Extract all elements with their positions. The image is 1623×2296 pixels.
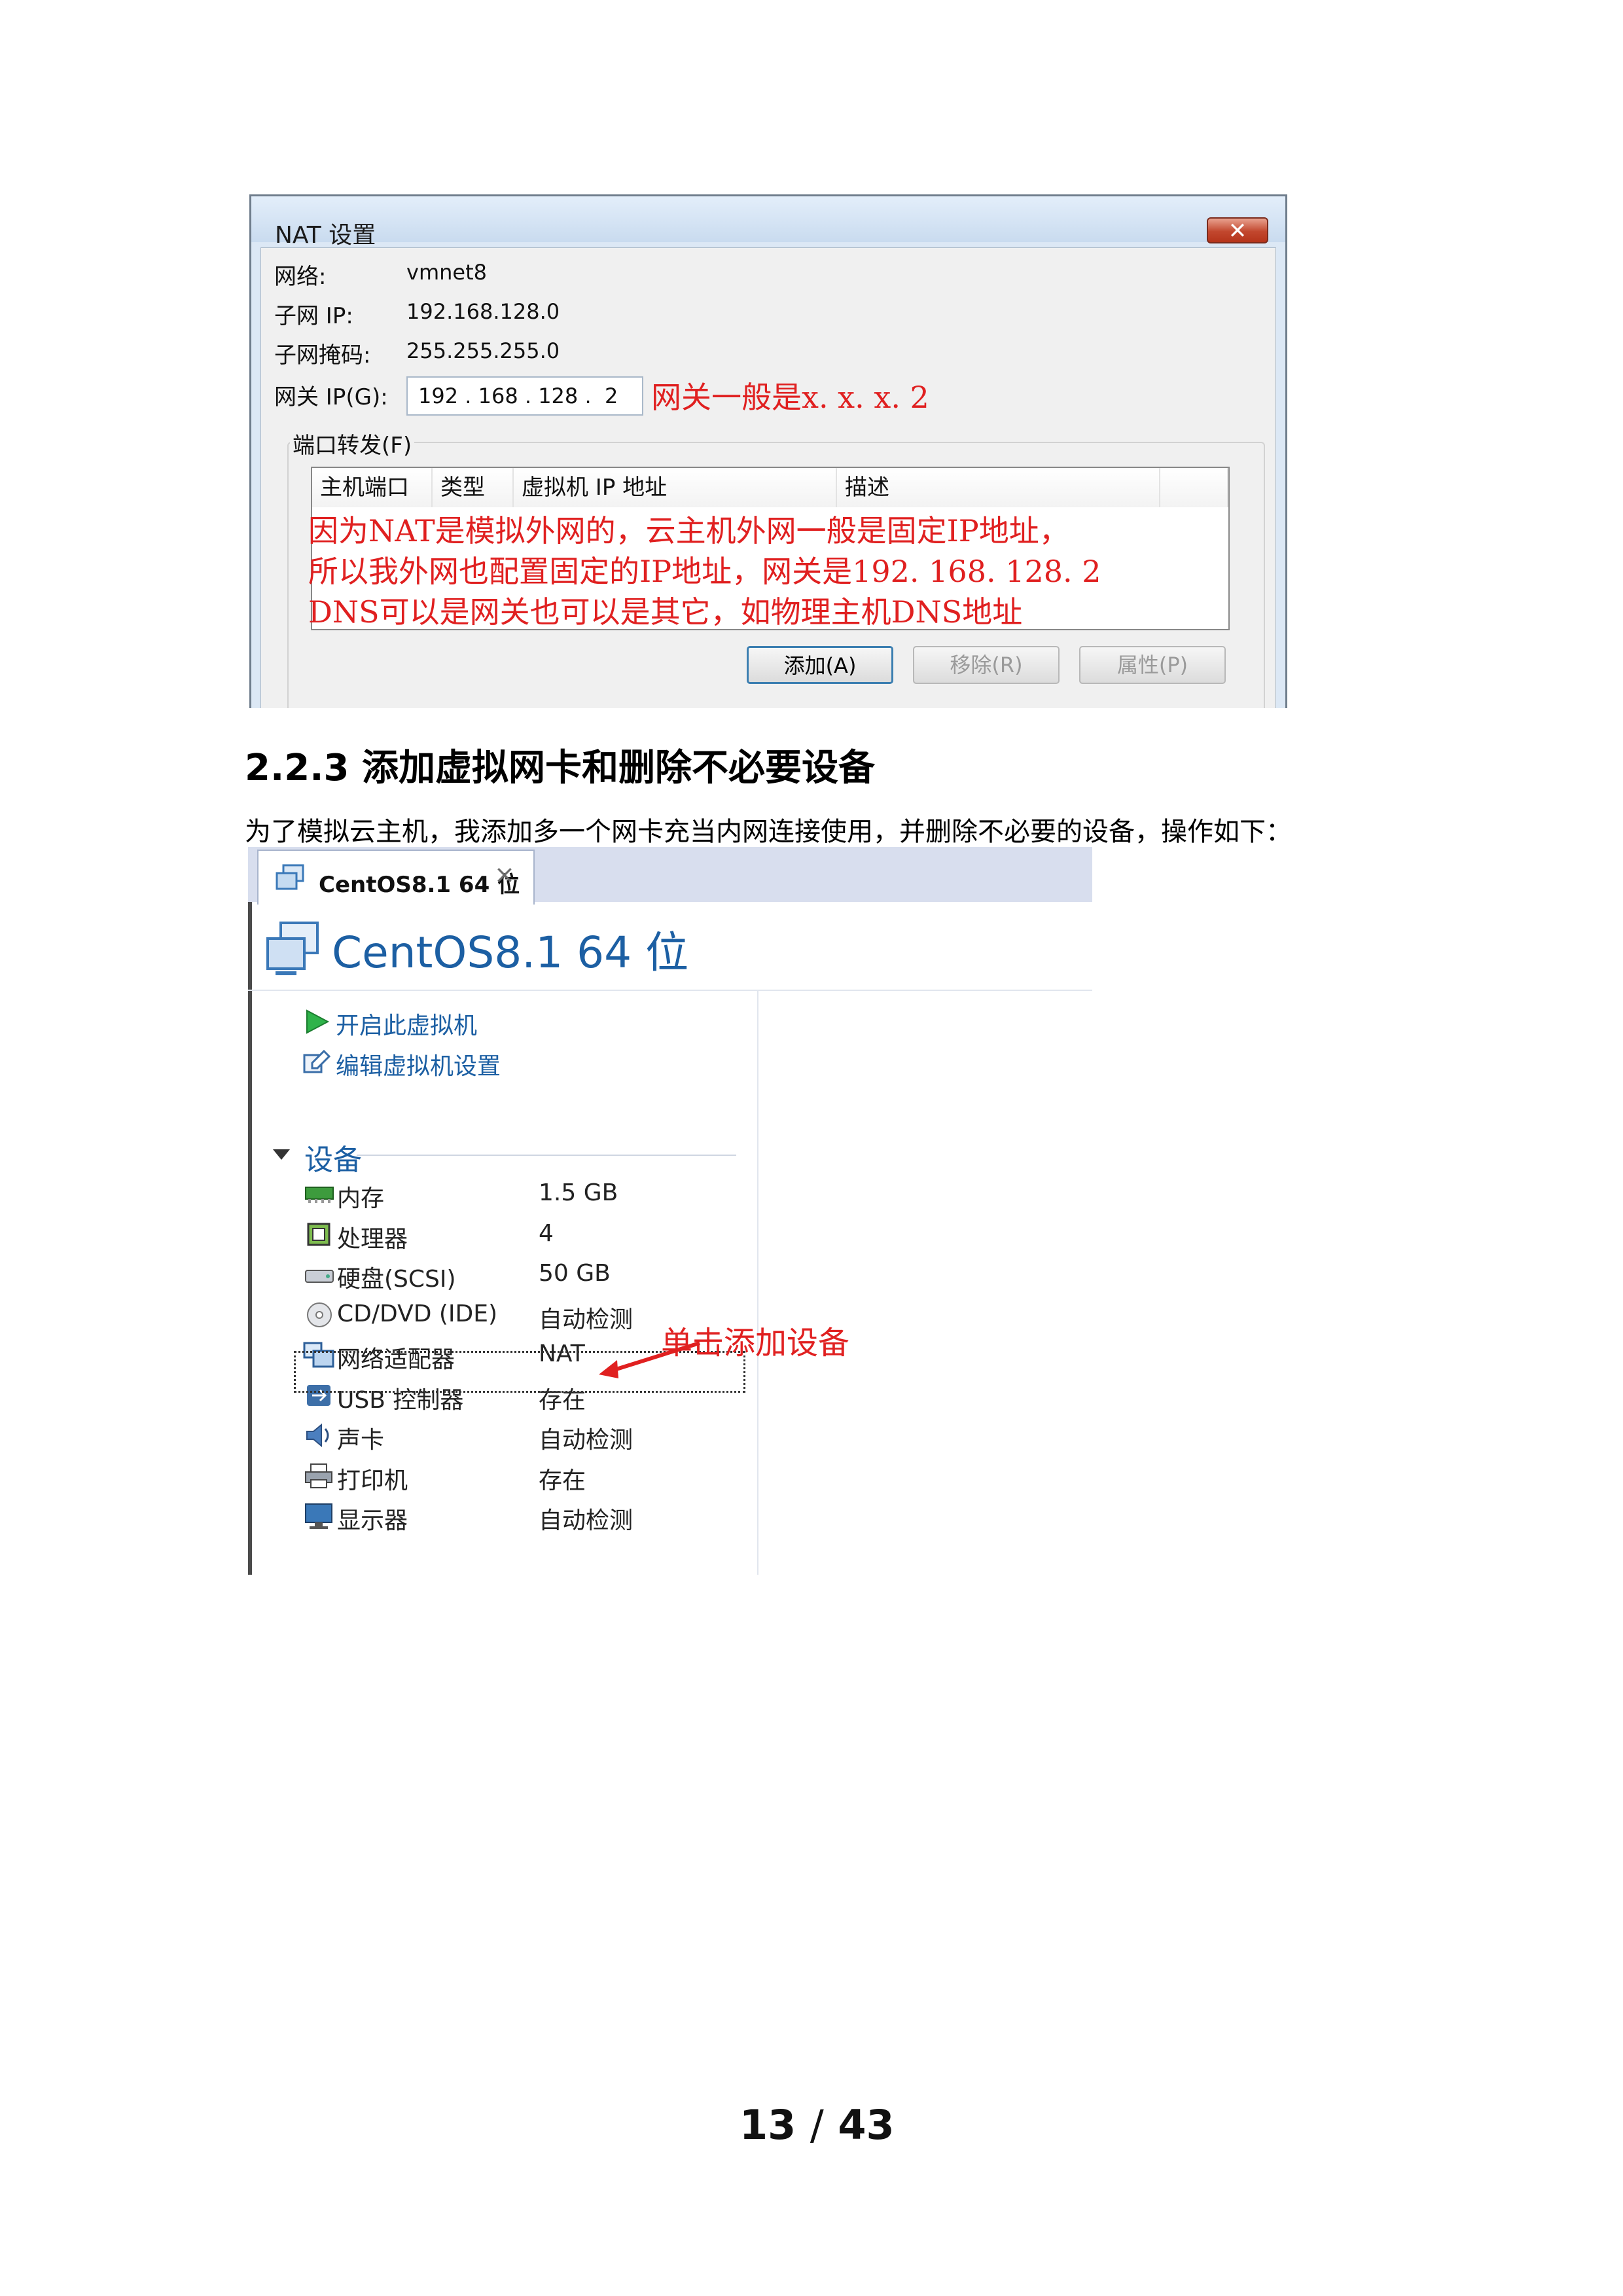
dialog-title-bar: NAT 设置 ✕ bbox=[251, 196, 1285, 249]
display-icon bbox=[303, 1501, 336, 1530]
collapse-triangle-icon[interactable] bbox=[272, 1147, 291, 1162]
devices-rule bbox=[357, 1155, 736, 1156]
gateway-ip-input[interactable]: 192 . 168 . 128 . 2 bbox=[406, 376, 643, 416]
device-value: 自动检测 bbox=[539, 1306, 633, 1333]
network-value: vmnet8 bbox=[406, 260, 487, 285]
device-name: 声卡 bbox=[337, 1427, 385, 1454]
add-button[interactable]: 添加(A) bbox=[747, 646, 893, 684]
subnet-mask-label: 子网掩码: bbox=[274, 342, 371, 368]
column-filler bbox=[1160, 468, 1228, 507]
page-current: 13 bbox=[740, 2101, 796, 2149]
panel-divider bbox=[757, 990, 758, 1575]
device-value: 自动检测 bbox=[539, 1427, 633, 1454]
printer-icon bbox=[303, 1462, 336, 1490]
section-paragraph: 为了模拟云主机，我添加多一个网卡充当内网连接使用，并删除不必要的设备，操作如下： bbox=[245, 817, 1292, 847]
note-line-1: 因为NAT是模拟外网的，云主机外网一般是固定IP地址， bbox=[308, 513, 1069, 548]
column-type[interactable]: 类型 bbox=[433, 468, 514, 507]
page-total: 43 bbox=[838, 2101, 895, 2149]
network-label: 网络: bbox=[274, 264, 327, 290]
device-name: 处理器 bbox=[337, 1226, 408, 1253]
dialog-body: 网络: vmnet8 子网 IP: 192.168.128.0 子网掩码: 25… bbox=[260, 247, 1276, 708]
note-line-3: DNS可以是网关也可以是其它，如物理主机DNS地址 bbox=[308, 594, 1023, 630]
subnet-mask-value: 255.255.255.0 bbox=[406, 338, 560, 363]
close-icon[interactable]: ✕ bbox=[1207, 217, 1268, 243]
device-value: 1.5 GB bbox=[539, 1179, 618, 1206]
devices-title: 设备 bbox=[304, 1143, 362, 1177]
device-value: 自动检测 bbox=[539, 1507, 633, 1534]
column-description[interactable]: 描述 bbox=[837, 468, 1160, 507]
power-on-link[interactable]: 开启此虚拟机 bbox=[336, 1007, 477, 1041]
hard-disk-icon bbox=[303, 1260, 336, 1289]
column-vm-ip[interactable]: 虚拟机 IP 地址 bbox=[514, 468, 837, 507]
subnet-ip-label: 子网 IP: bbox=[274, 303, 353, 329]
device-name: 内存 bbox=[337, 1185, 385, 1212]
properties-button[interactable]: 属性(P) bbox=[1079, 646, 1226, 684]
annotation-text: 单击添加设备 bbox=[661, 1325, 850, 1361]
gateway-note: 网关一般是x. x. x. 2 bbox=[651, 380, 929, 415]
device-name: 打印机 bbox=[337, 1467, 408, 1494]
edit-settings-link[interactable]: 编辑虚拟机设置 bbox=[336, 1047, 501, 1081]
gateway-label: 网关 IP(G): bbox=[274, 384, 388, 410]
subnet-ip-value: 192.168.128.0 bbox=[406, 299, 560, 324]
vm-tab-icon bbox=[276, 864, 304, 890]
nat-settings-dialog: NAT 设置 ✕ 网络: vmnet8 子网 IP: 192.168.128.0… bbox=[249, 194, 1287, 708]
remove-button[interactable]: 移除(R) bbox=[913, 646, 1060, 684]
play-icon[interactable] bbox=[303, 1008, 330, 1035]
section-heading: 2.2.3 添加虚拟网卡和删除不必要设备 bbox=[245, 747, 875, 789]
vm-title: CentOS8.1 64 位 bbox=[332, 927, 689, 978]
memory-icon bbox=[303, 1179, 336, 1208]
page-separator: / bbox=[810, 2101, 824, 2149]
dialog-title: NAT 设置 bbox=[275, 222, 376, 249]
cd-dvd-icon bbox=[303, 1300, 336, 1329]
vmware-screenshot: CentOS8.1 64 位 × CentOS8.1 64 位 开启此虚拟机 编… bbox=[248, 847, 1092, 1575]
device-value: 4 bbox=[539, 1220, 554, 1247]
port-forward-label: 端口转发(F) bbox=[290, 427, 415, 459]
tab-centos[interactable]: CentOS8.1 64 位 × bbox=[257, 850, 535, 905]
tab-label: CentOS8.1 64 位 bbox=[319, 872, 520, 898]
device-name: 硬盘(SCSI) bbox=[337, 1266, 456, 1293]
device-row[interactable]: 显示器 自动检测 bbox=[248, 1498, 745, 1537]
device-name: 显示器 bbox=[337, 1507, 408, 1534]
sound-card-icon bbox=[303, 1421, 336, 1450]
device-value: 存在 bbox=[539, 1467, 586, 1494]
device-row[interactable]: 声卡 自动检测 bbox=[248, 1417, 745, 1456]
note-line-2: 所以我外网也配置固定的IP地址，网关是192. 168. 128. 2 bbox=[308, 554, 1101, 589]
device-row[interactable]: 硬盘(SCSI) 50 GB bbox=[248, 1256, 745, 1295]
vm-large-icon bbox=[266, 922, 319, 975]
header-divider bbox=[248, 990, 1092, 991]
device-row[interactable]: 处理器 4 bbox=[248, 1216, 745, 1255]
device-row[interactable]: 内存 1.5 GB bbox=[248, 1175, 745, 1215]
processor-icon bbox=[303, 1220, 336, 1249]
page-number: 13 / 43 bbox=[740, 2101, 895, 2149]
device-row[interactable]: 打印机 存在 bbox=[248, 1458, 745, 1497]
device-name: CD/DVD (IDE) bbox=[337, 1300, 498, 1327]
close-icon[interactable]: × bbox=[494, 860, 515, 889]
edit-settings-icon[interactable] bbox=[302, 1049, 332, 1077]
column-host-port[interactable]: 主机端口 bbox=[312, 468, 433, 507]
device-value: 50 GB bbox=[539, 1260, 611, 1287]
